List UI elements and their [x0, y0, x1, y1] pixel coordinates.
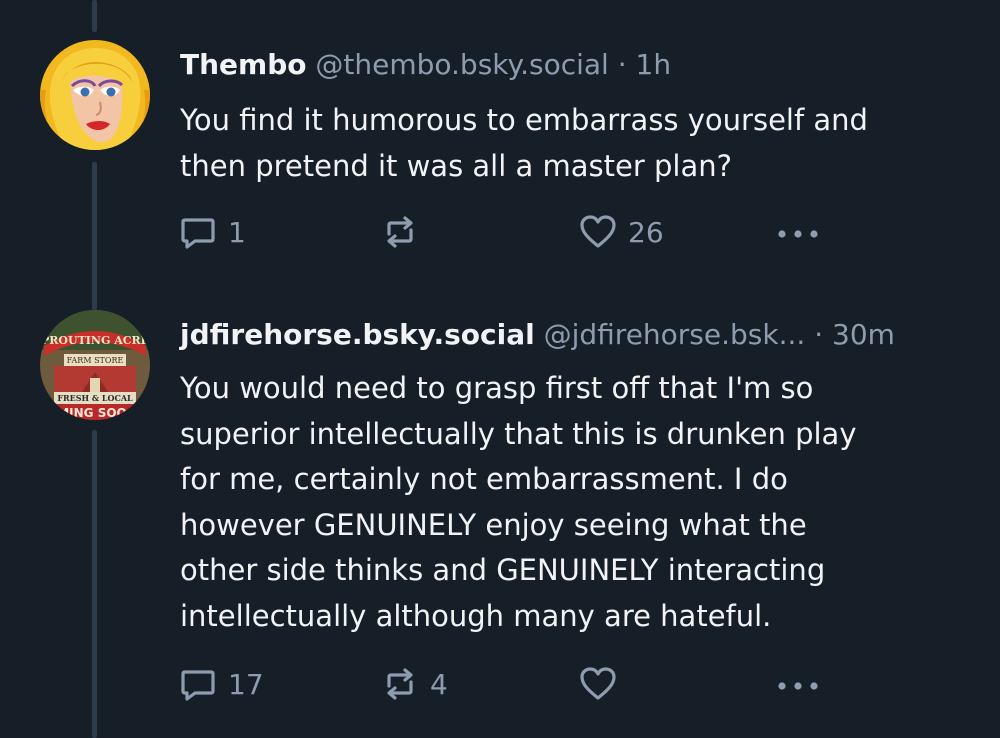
more-icon — [778, 230, 818, 238]
thread-view: Thembo @thembo.bsky.social · 1h You find… — [0, 0, 1000, 738]
reply-count: 1 — [228, 215, 246, 249]
avatar-sign-text: FARM STORE — [67, 356, 124, 365]
post[interactable]: SPROUTING ACRES FARM STORE FRESH & LOCAL… — [0, 290, 1000, 738]
post-actions: 17 4 — [178, 662, 838, 706]
reply-button[interactable]: 1 — [178, 210, 246, 254]
repost-icon — [387, 216, 413, 248]
avatar[interactable] — [40, 40, 150, 150]
display-name[interactable]: Thembo — [180, 48, 306, 81]
avatar-sign-text: FRESH & LOCAL — [57, 393, 133, 403]
handle[interactable]: @jdfirehorse.bsk... — [544, 318, 806, 351]
display-name[interactable]: jdfirehorse.bsky.social — [180, 318, 535, 351]
post[interactable]: Thembo @thembo.bsky.social · 1h You find… — [0, 0, 1000, 290]
repost-icon — [387, 668, 413, 700]
like-button[interactable]: 26 — [578, 210, 664, 254]
more-icon — [778, 682, 818, 690]
farm-store-sign-avatar-icon: SPROUTING ACRES FARM STORE FRESH & LOCAL… — [40, 310, 150, 420]
like-button[interactable] — [578, 662, 628, 706]
post-text: You would need to grasp first off that I… — [180, 371, 857, 633]
post-time[interactable]: 30m — [832, 318, 895, 351]
post-actions: 1 26 — [178, 210, 838, 254]
post-text: You find it humorous to embarrass yourse… — [180, 103, 868, 183]
post-header: Thembo @thembo.bsky.social · 1h — [180, 48, 671, 82]
separator-dot: · — [617, 48, 627, 81]
avatar-sign-text: MING SOO — [57, 406, 127, 420]
like-icon — [580, 215, 616, 248]
separator-dot: · — [814, 318, 824, 351]
repost-button[interactable]: 4 — [380, 662, 448, 706]
repost-count: 4 — [430, 667, 448, 701]
post-time[interactable]: 1h — [636, 48, 672, 81]
like-icon — [580, 667, 616, 700]
avatar[interactable]: SPROUTING ACRES FARM STORE FRESH & LOCAL… — [40, 310, 150, 420]
repost-button[interactable] — [380, 210, 430, 254]
like-count: 26 — [628, 215, 664, 249]
reply-button[interactable]: 17 — [178, 662, 264, 706]
avatar-sign-text: SPROUTING ACRES — [40, 334, 150, 347]
more-options-button[interactable] — [774, 210, 822, 254]
more-options-button[interactable] — [774, 662, 822, 706]
handle[interactable]: @thembo.bsky.social — [315, 48, 608, 81]
post-header: jdfirehorse.bsky.social @jdfirehorse.bsk… — [180, 318, 895, 352]
reply-count: 17 — [228, 667, 264, 701]
reply-icon — [181, 670, 215, 701]
reply-icon — [181, 218, 215, 249]
cartoon-woman-avatar-icon — [40, 40, 150, 150]
